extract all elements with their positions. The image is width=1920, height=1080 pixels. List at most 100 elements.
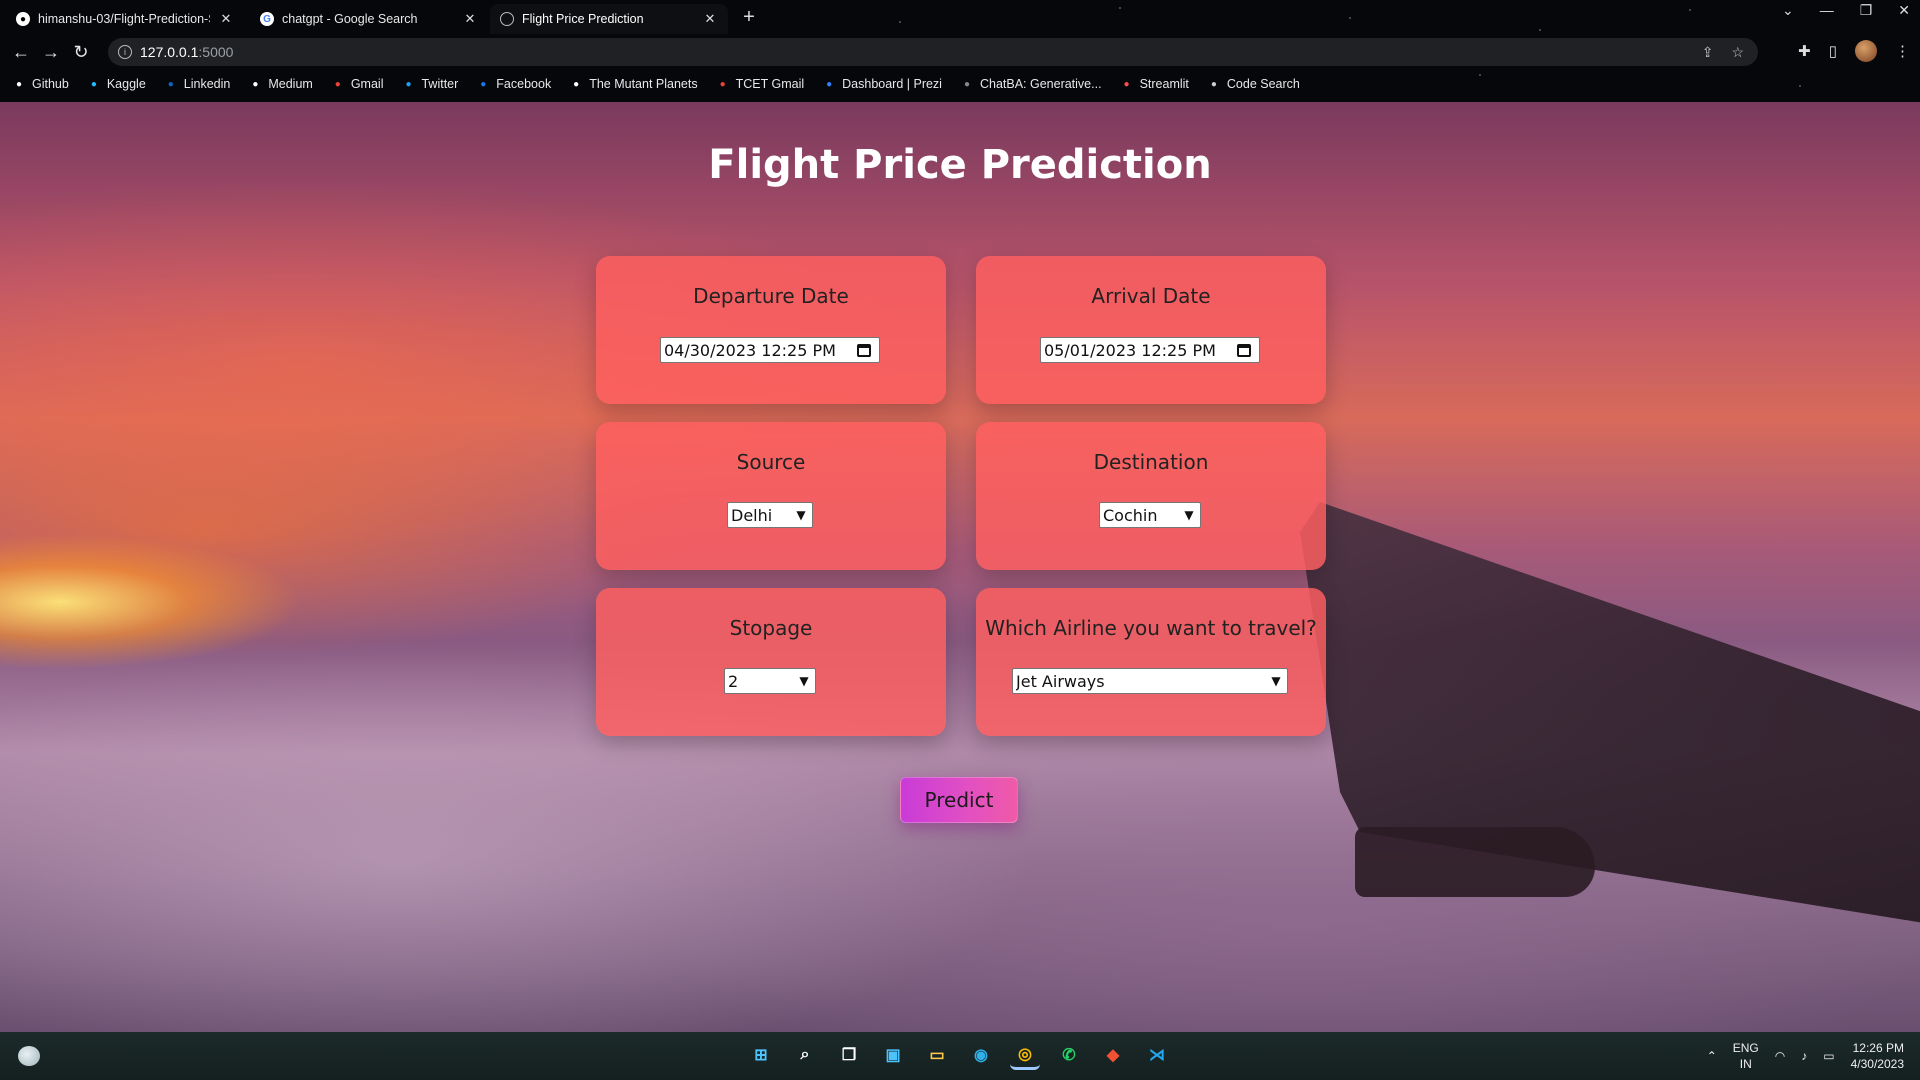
close-window-icon[interactable]: ✕ — [1898, 2, 1910, 19]
page-title: Flight Price Prediction — [708, 142, 1212, 188]
bookmark-label: The Mutant Planets — [589, 77, 698, 91]
bookmark-label: Github — [32, 77, 69, 91]
store-icon[interactable]: ▣ — [878, 1040, 908, 1070]
bookmark-label: Dashboard | Prezi — [842, 77, 942, 91]
chrome-icon[interactable]: ◎ — [1010, 1040, 1040, 1070]
linkedin-icon: ● — [167, 78, 174, 90]
prezi-icon: ● — [826, 78, 833, 90]
minimize-icon[interactable]: — — [1820, 2, 1834, 19]
tab-google-search[interactable]: G chatgpt - Google Search ✕ — [250, 4, 488, 34]
calendar-icon[interactable] — [857, 343, 871, 357]
close-icon[interactable]: ✕ — [702, 11, 718, 27]
code-search-icon: ● — [1210, 78, 1217, 90]
bookmark-item[interactable]: ● The Mutant Planets — [569, 77, 697, 91]
tab-title: chatgpt - Google Search — [282, 12, 418, 26]
tab-github[interactable]: ● himanshu-03/Flight-Prediction-S ✕ — [6, 4, 244, 34]
github-icon: ● — [16, 12, 30, 26]
bookmark-item[interactable]: ● Twitter — [401, 77, 458, 91]
bookmark-item[interactable]: ● Code Search — [1207, 77, 1300, 91]
tab-title: himanshu-03/Flight-Prediction-S — [38, 12, 210, 26]
vscode-icon[interactable]: ⋊ — [1142, 1040, 1172, 1070]
bookmark-star-icon[interactable]: ☆ — [1731, 44, 1744, 61]
bookmark-item[interactable]: ● TCET Gmail — [716, 77, 805, 91]
side-panel-icon[interactable]: ▯ — [1829, 42, 1837, 60]
file-explorer-icon[interactable]: ▭ — [922, 1040, 952, 1070]
chevron-down-icon: ▼ — [799, 674, 809, 688]
bookmark-item[interactable]: ● Gmail — [331, 77, 384, 91]
globe-icon — [500, 12, 514, 26]
destination-select[interactable]: Cochin ▼ — [1099, 502, 1201, 528]
task-view-icon[interactable]: ❐ — [834, 1040, 864, 1070]
facebook-icon: ● — [480, 78, 487, 90]
tab-flight-price-prediction[interactable]: Flight Price Prediction ✕ — [490, 4, 728, 34]
clock[interactable]: 12:26 PM 4/30/2023 — [1851, 1040, 1904, 1072]
page-background — [0, 102, 1920, 1032]
airline-select[interactable]: Jet Airways ▼ — [1012, 668, 1288, 694]
bookmark-item[interactable]: ● Dashboard | Prezi — [822, 77, 942, 91]
edge-icon[interactable]: ◉ — [966, 1040, 996, 1070]
airplane-wing-tip-image — [1355, 827, 1595, 897]
whatsapp-icon[interactable]: ✆ — [1054, 1040, 1084, 1070]
bookmark-label: TCET Gmail — [735, 77, 805, 91]
gmail-icon: ● — [334, 78, 341, 90]
bookmark-label: ChatBA: Generative... — [979, 77, 1102, 91]
site-info-icon[interactable]: i — [118, 45, 132, 59]
bookmark-item[interactable]: ● Linkedin — [164, 77, 231, 91]
bookmark-item[interactable]: ● Medium — [248, 77, 313, 91]
extensions-icon[interactable]: ✚ — [1798, 42, 1811, 60]
calendar-icon[interactable] — [1237, 343, 1251, 357]
tab-search-icon[interactable]: ⌄ — [1782, 2, 1794, 19]
chatba-icon: ● — [963, 78, 970, 90]
share-icon[interactable]: ⇪ — [1702, 44, 1714, 61]
battery-icon[interactable]: ▭ — [1823, 1049, 1834, 1063]
bookmark-label: Streamlit — [1139, 77, 1189, 91]
bookmark-item[interactable]: ● Streamlit — [1120, 77, 1189, 91]
destination-card: Destination Cochin ▼ — [976, 422, 1326, 570]
url-text: 127.0.0.1:5000 — [140, 44, 234, 60]
airline-card: Which Airline you want to travel? Jet Ai… — [976, 588, 1326, 736]
bookmark-item[interactable]: ● Facebook — [476, 77, 551, 91]
bookmark-item[interactable]: ● ChatBA: Generative... — [960, 77, 1102, 91]
predict-button[interactable]: Predict — [900, 777, 1018, 823]
forward-icon[interactable]: → — [36, 42, 66, 63]
address-bar[interactable]: i 127.0.0.1:5000 ⇪ ☆ — [108, 38, 1758, 66]
source-select[interactable]: Delhi ▼ — [727, 502, 813, 528]
search-icon[interactable]: ⌕ — [790, 1040, 820, 1070]
kaggle-icon: ● — [90, 78, 97, 90]
window-controls: ⌄ — ❐ ✕ — [1782, 2, 1910, 19]
chevron-down-icon: ▼ — [1271, 674, 1281, 688]
restore-icon[interactable]: ❐ — [1860, 2, 1873, 19]
bookmark-label: Gmail — [350, 77, 384, 91]
windows-taskbar: ⊞ ⌕ ❐ ▣ ▭ ◉ ◎ ✆ ◆ ⋊ ⌃ ENG IN ◠ ♪ ▭ 12:26 PM 4/30/… — [0, 1032, 1920, 1080]
bookmark-item[interactable]: ● Kaggle — [87, 77, 146, 91]
bookmark-label: Twitter — [421, 77, 459, 91]
wifi-icon[interactable]: ◠ — [1775, 1049, 1785, 1063]
windows-start-icon[interactable]: ⊞ — [746, 1040, 776, 1070]
back-icon[interactable]: ← — [6, 42, 36, 63]
bookmark-item[interactable]: ● Github — [12, 77, 69, 91]
reload-icon[interactable]: ↻ — [66, 42, 96, 63]
arrival-date-input[interactable]: 05/01/2023 12:25 PM — [1040, 337, 1260, 363]
language-indicator[interactable]: ENG IN — [1733, 1040, 1759, 1072]
stopage-card: Stopage 2 ▼ — [596, 588, 946, 736]
destination-label: Destination — [1093, 450, 1209, 474]
close-icon[interactable]: ✕ — [462, 11, 478, 27]
source-card: Source Delhi ▼ — [596, 422, 946, 570]
departure-date-input[interactable]: 04/30/2023 12:25 PM — [660, 337, 880, 363]
medium-icon: ● — [252, 78, 259, 90]
volume-icon[interactable]: ♪ — [1801, 1049, 1807, 1063]
tab-title: Flight Price Prediction — [522, 12, 644, 26]
stopage-select[interactable]: 2 ▼ — [724, 668, 816, 694]
profile-avatar[interactable] — [1855, 40, 1877, 62]
close-icon[interactable]: ✕ — [218, 11, 234, 27]
bookmark-label: Facebook — [496, 77, 552, 91]
weather-widget-icon[interactable] — [18, 1046, 40, 1066]
departure-date-card: Departure Date 04/30/2023 12:25 PM — [596, 256, 946, 404]
menu-icon[interactable]: ⋮ — [1895, 42, 1910, 60]
bookmark-label: Code Search — [1226, 77, 1300, 91]
chevron-up-icon[interactable]: ⌃ — [1707, 1049, 1717, 1063]
git-icon[interactable]: ◆ — [1098, 1040, 1128, 1070]
browser-chrome: ● himanshu-03/Flight-Prediction-S ✕ G ch… — [0, 0, 1920, 102]
google-icon: G — [260, 12, 274, 26]
new-tab-button[interactable]: + — [738, 6, 760, 29]
